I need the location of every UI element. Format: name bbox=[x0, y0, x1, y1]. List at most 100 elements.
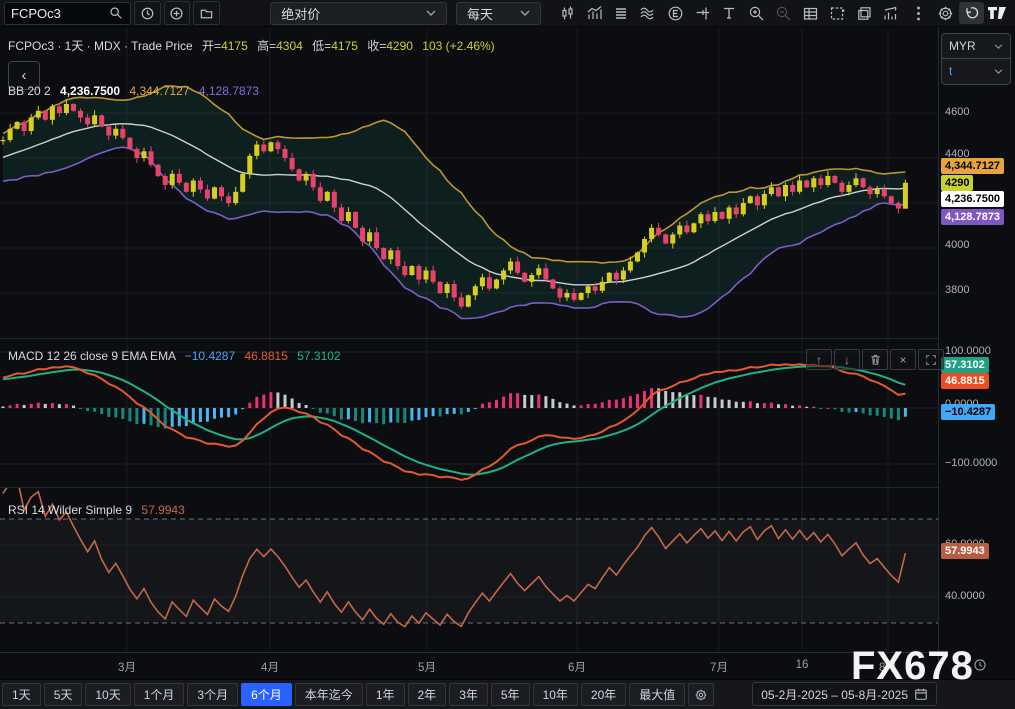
interval-label: 每天 bbox=[467, 4, 493, 23]
symbol-search-input[interactable]: FCPOc3 bbox=[4, 2, 131, 25]
macd-line-value: 46.8815 bbox=[244, 349, 287, 363]
more-options-dots-icon[interactable] bbox=[905, 0, 932, 27]
chart-application: FCPOc3 绝对价 每天 bbox=[0, 0, 1015, 709]
undo-reset-icon[interactable] bbox=[959, 2, 984, 24]
settings-gear-icon[interactable] bbox=[932, 0, 959, 27]
time-label: 16 bbox=[796, 659, 809, 671]
macd-signal-badge: 57.3102 bbox=[941, 357, 989, 373]
economy-circled-e-icon[interactable] bbox=[662, 0, 689, 27]
publish-idea-icon[interactable] bbox=[851, 0, 878, 27]
zoom-in-icon[interactable] bbox=[743, 0, 770, 27]
layers-icon[interactable] bbox=[608, 0, 635, 27]
bb-basis-value: 4,236.7500 bbox=[60, 84, 120, 98]
macd-tick: 100.0000 bbox=[945, 345, 991, 357]
chevron-left-icon: ‹ bbox=[22, 67, 27, 84]
move-pane-up-button[interactable]: ↑ bbox=[806, 349, 832, 370]
currency-dropdown[interactable]: MYR bbox=[942, 34, 1010, 58]
range-button-5d[interactable]: 5天 bbox=[44, 683, 83, 706]
macd-legend: MACD 12 26 close 9 EMA EMA −10.4287 46.8… bbox=[8, 349, 341, 363]
price-tick: 4000 bbox=[945, 239, 969, 251]
time-label: 5月 bbox=[418, 659, 436, 675]
table-grid-icon[interactable] bbox=[797, 0, 824, 27]
macd-hist-badge: −10.4287 bbox=[941, 404, 995, 420]
macd-tick: −100.0000 bbox=[945, 457, 997, 469]
range-button-6m-selected[interactable]: 6个月 bbox=[241, 683, 292, 706]
range-button-max[interactable]: 最大值 bbox=[629, 683, 685, 706]
range-button-1d[interactable]: 1天 bbox=[2, 683, 41, 706]
bar-replay-clock-button[interactable] bbox=[134, 1, 161, 25]
delete-pane-button[interactable] bbox=[862, 349, 888, 370]
compare-symbol-icon[interactable] bbox=[581, 0, 608, 27]
time-label: 4月 bbox=[261, 659, 279, 675]
range-button-5y[interactable]: 5年 bbox=[491, 683, 530, 706]
chevron-down-icon bbox=[994, 69, 1003, 74]
move-pane-down-button[interactable]: ↓ bbox=[834, 349, 860, 370]
bb-upper-value: 4,344.7127 bbox=[129, 84, 189, 98]
rsi-value: 57.9943 bbox=[141, 503, 184, 517]
calendar-icon bbox=[914, 687, 928, 701]
text-tool-icon[interactable] bbox=[716, 0, 743, 27]
main-legend: FCPOc3 · 1天 · MDX · Trade Price 开=4175 高… bbox=[8, 37, 495, 54]
chart-style-candles-icon[interactable] bbox=[554, 0, 581, 27]
price-mode-label: 绝对价 bbox=[281, 4, 320, 23]
bb-basis-price-badge: 4,236.7500 bbox=[941, 191, 1004, 207]
currency-unit-selector: MYR t bbox=[941, 33, 1011, 85]
add-symbol-button[interactable] bbox=[164, 1, 191, 25]
range-button-3m[interactable]: 3个月 bbox=[187, 683, 238, 706]
volume-profile-icon[interactable] bbox=[878, 0, 905, 27]
date-range-selector[interactable]: 05-2月-2025 – 05-8月-2025 bbox=[752, 682, 937, 706]
snapshot-frame-icon[interactable] bbox=[824, 0, 851, 27]
bb-lower-price-badge: 4,128.7873 bbox=[941, 209, 1004, 225]
time-label: 6月 bbox=[568, 659, 586, 675]
chevron-down-icon bbox=[994, 44, 1003, 49]
range-button-ytd[interactable]: 本年迄今 bbox=[295, 683, 363, 706]
range-button-3y[interactable]: 3年 bbox=[449, 683, 488, 706]
zoom-out-icon[interactable] bbox=[770, 0, 797, 27]
bb-lower-value: 4,128.7873 bbox=[199, 84, 259, 98]
pane-separator[interactable] bbox=[0, 487, 938, 488]
toolbar-icon-group bbox=[554, 0, 1011, 27]
bb-upper-price-badge: 4,344.7127 bbox=[941, 158, 1004, 174]
range-button-10y[interactable]: 10年 bbox=[533, 683, 578, 706]
trash-icon bbox=[869, 353, 882, 366]
range-button-2y[interactable]: 2年 bbox=[408, 683, 447, 706]
symbol-series-title: FCPOc3 · 1天 · MDX · Trade Price bbox=[8, 39, 193, 53]
search-icon bbox=[108, 5, 124, 21]
low-value: 4175 bbox=[331, 39, 358, 53]
indicators-waves-icon[interactable] bbox=[635, 0, 662, 27]
time-label: 8月 bbox=[879, 659, 897, 675]
tradingview-logo[interactable] bbox=[984, 0, 1011, 27]
bb-legend: BB 20 2 4,236.7500 4,344.7127 4,128.7873 bbox=[8, 84, 259, 98]
last-price-badge: 4290 bbox=[941, 175, 973, 191]
range-button-10d[interactable]: 10天 bbox=[85, 683, 130, 706]
macd-signal-value: 57.3102 bbox=[297, 349, 340, 363]
range-button-20y[interactable]: 20年 bbox=[581, 683, 626, 706]
rsi-value-badge: 57.9943 bbox=[941, 543, 989, 559]
time-label: 3月 bbox=[118, 659, 136, 675]
price-tick: 4600 bbox=[945, 106, 969, 118]
rsi-legend: RSI 14 Wilder Simple 9 57.9943 bbox=[8, 503, 185, 517]
date-range-text: 05-2月-2025 – 05-8月-2025 bbox=[761, 686, 908, 703]
change-value: 103 (+2.46%) bbox=[422, 39, 494, 53]
close-pane-button[interactable]: × bbox=[890, 349, 916, 370]
price-tick: 3800 bbox=[945, 284, 969, 296]
range-button-1y[interactable]: 1年 bbox=[366, 683, 405, 706]
top-toolbar: FCPOc3 绝对价 每天 bbox=[0, 0, 1015, 27]
open-layout-folder-button[interactable] bbox=[193, 1, 220, 25]
interval-dropdown[interactable]: 每天 bbox=[456, 2, 541, 25]
pane-separator[interactable] bbox=[0, 338, 938, 339]
macd-hist-value: −10.4287 bbox=[185, 349, 235, 363]
price-mode-dropdown[interactable]: 绝对价 bbox=[270, 2, 447, 25]
main-price-chart[interactable] bbox=[0, 27, 938, 339]
open-value: 4175 bbox=[221, 39, 248, 53]
unit-dropdown[interactable]: t bbox=[942, 58, 1010, 83]
range-button-1m[interactable]: 1个月 bbox=[134, 683, 185, 706]
range-settings-button[interactable] bbox=[688, 683, 714, 706]
time-label: 7月 bbox=[710, 659, 728, 675]
gear-icon bbox=[694, 688, 708, 702]
rsi-tick: 40.0000 bbox=[945, 590, 985, 602]
chevron-down-icon bbox=[520, 10, 530, 16]
measure-tool-icon[interactable] bbox=[689, 0, 716, 27]
timezone-clock-icon[interactable] bbox=[973, 658, 987, 677]
maximize-pane-button[interactable] bbox=[918, 349, 944, 370]
